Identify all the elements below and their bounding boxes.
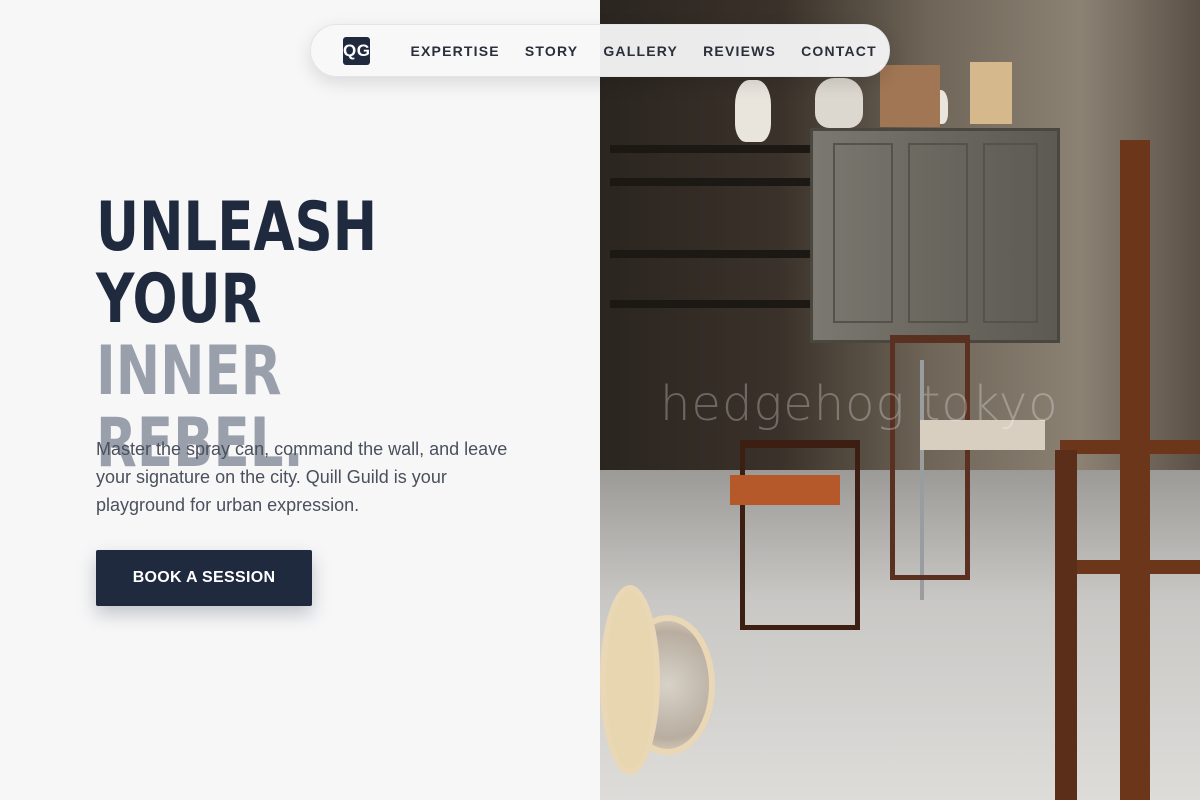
- nav-link-expertise[interactable]: EXPERTISE: [410, 43, 499, 59]
- photo-shelf: [610, 300, 810, 308]
- photo-plate: [600, 585, 660, 775]
- photo-wooden-frame: [1060, 440, 1200, 454]
- hero-description: Master the spray can, command the wall, …: [96, 439, 508, 515]
- photo-shelf: [610, 178, 810, 186]
- photo-kiln-door: [908, 143, 968, 323]
- nav-link-story[interactable]: STORY: [525, 43, 578, 59]
- photo-watermark: hedgehog tokyo: [660, 376, 1059, 432]
- hero-left-panel: UNLEASH YOUR INNER REBEL. Master the spr…: [0, 0, 600, 800]
- photo-box: [970, 62, 1012, 124]
- photo-kiln-door: [833, 143, 893, 323]
- nav-links: EXPERTISE STORY GALLERY REVIEWS CONTACT: [410, 43, 876, 59]
- hero-title-line-2: YOUR: [96, 260, 262, 339]
- photo-wooden-frame: [1055, 450, 1077, 800]
- hero-photo: hedgehog tokyo: [600, 0, 1200, 800]
- nav-link-reviews[interactable]: REVIEWS: [703, 43, 776, 59]
- nav-link-contact[interactable]: CONTACT: [801, 43, 877, 59]
- photo-crate: [880, 65, 940, 127]
- photo-vase: [735, 80, 771, 142]
- photo-wooden-frame: [1070, 560, 1200, 574]
- photo-kiln-door: [983, 143, 1038, 323]
- hero-title-line-1: UNLEASH: [96, 188, 378, 267]
- photo-chair: [740, 440, 860, 630]
- top-navigation: QG EXPERTISE STORY GALLERY REVIEWS CONTA…: [310, 24, 890, 77]
- photo-chair-cushion: [730, 475, 840, 505]
- photo-wooden-frame: [1120, 140, 1150, 800]
- photo-jar: [815, 78, 863, 128]
- book-session-button[interactable]: BOOK A SESSION: [96, 550, 312, 606]
- nav-link-gallery[interactable]: GALLERY: [603, 43, 678, 59]
- photo-chair: [890, 335, 970, 580]
- photo-shelf: [610, 145, 810, 153]
- brand-logo[interactable]: QG: [343, 36, 371, 65]
- photo-kiln: [810, 128, 1060, 343]
- photo-shelf: [610, 250, 810, 258]
